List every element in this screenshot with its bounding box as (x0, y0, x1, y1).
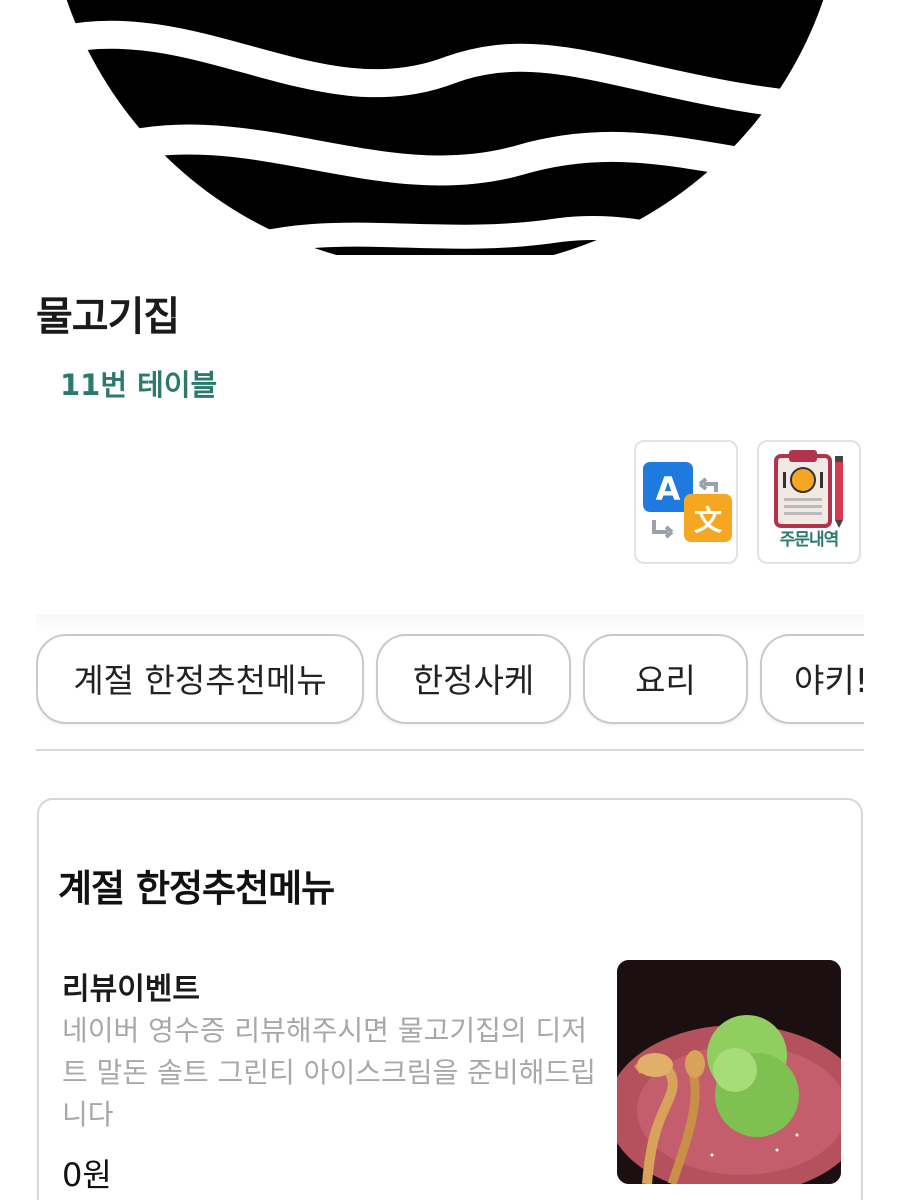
green-tea-ice-cream-image (617, 960, 841, 1184)
translate-icon: A 文 (643, 462, 732, 542)
store-name: 물고기집 (36, 294, 180, 340)
store-logo-image (0, 0, 900, 255)
table-number: 11번 테이블 (60, 368, 218, 402)
translate-button[interactable]: A 文 (634, 440, 738, 564)
menu-item-price: 0원 (62, 1156, 112, 1194)
menu-section-card: 계절 한정추천메뉴 리뷰이벤트 네이버 영수증 리뷰해주시면 물고기집의 디저트… (37, 798, 863, 1200)
order-history-label: 주문내역 (779, 530, 840, 550)
menu-item-description: 네이버 영수증 리뷰해주시면 물고기집의 디저트 말돈 솔트 그린티 아이스크림… (62, 1014, 596, 1131)
tab-limited-sake[interactable]: 한정사케 (376, 634, 571, 724)
wave-logo-icon (57, 0, 881, 255)
section-title: 계절 한정추천메뉴 (58, 867, 335, 910)
tab-seasonal-recommended[interactable]: 계절 한정추천메뉴 (36, 634, 364, 724)
svg-text:文: 文 (694, 504, 722, 537)
tab-dishes[interactable]: 요리 (583, 634, 748, 724)
order-history-button[interactable]: 주문내역 (757, 440, 861, 564)
menu-item-name: 리뷰이벤트 (62, 972, 200, 1007)
menu-item-photo[interactable] (617, 960, 841, 1184)
divider (36, 749, 864, 751)
tab-yaki[interactable]: 야키! (760, 634, 864, 724)
svg-text:A: A (656, 470, 681, 508)
menu-page: 물고기집 11번 테이블 A 文 주문내역 계절 한정추천메뉴 한정사케 요리 … (0, 0, 900, 1200)
category-tab-bar[interactable]: 계절 한정추천메뉴 한정사케 요리 야키! (36, 614, 864, 742)
